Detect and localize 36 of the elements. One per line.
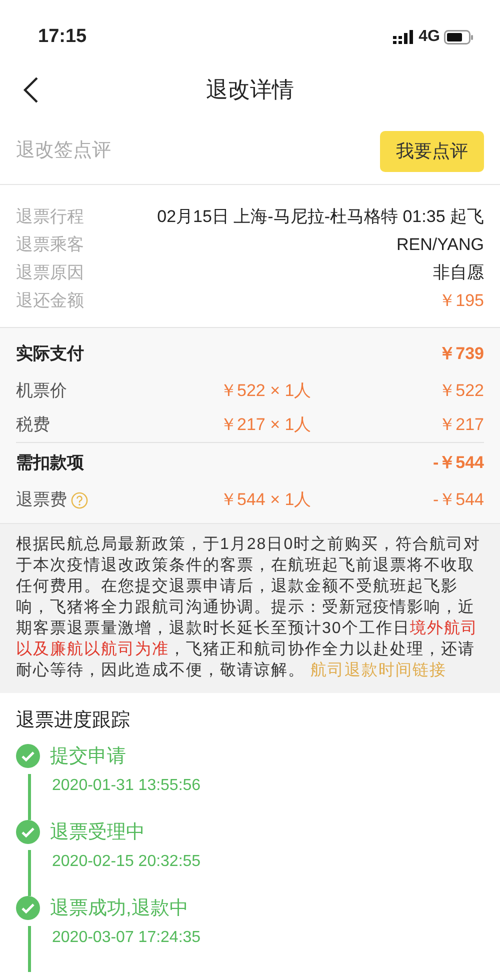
- fee-amount: -￥544: [432, 489, 484, 511]
- total-amount: ￥739: [438, 343, 484, 365]
- field-label: 退还金额: [16, 290, 84, 312]
- field-value: 非自愿: [433, 262, 484, 284]
- step-time: 2020-02-15 20:32:55: [51, 852, 202, 872]
- unit-price: ￥544 × 1人: [220, 489, 312, 511]
- fee-amount: ￥522: [438, 380, 484, 402]
- step-time: 2020-03-07 17:24:35: [51, 928, 202, 948]
- step-name: 退票成功,退款中: [50, 896, 190, 920]
- field-value: 02月15日 上海-马尼拉-杜马格特 01:35 起飞: [157, 206, 484, 228]
- field-label: 退票乘客: [16, 234, 84, 256]
- fee-label: 机票价: [16, 380, 67, 402]
- signal-icon: [392, 30, 415, 44]
- section-label: 需扣款项: [16, 452, 84, 474]
- unit-price: ￥522 × 1人: [220, 380, 312, 402]
- field-value: REN/YANG: [396, 234, 484, 256]
- section-label: 实际支付: [16, 343, 84, 365]
- review-button[interactable]: 我要点评: [380, 130, 484, 172]
- review-label: 退改签点评: [16, 138, 111, 163]
- step-name: 退票受理中: [50, 820, 146, 844]
- network-type: 4G: [418, 27, 440, 47]
- clock-time: 17:15: [38, 24, 87, 49]
- step-time: 2020-01-31 13:55:56: [51, 776, 202, 796]
- fee-label: 退票费: [16, 489, 67, 511]
- fee-label: 税费: [16, 414, 50, 436]
- fee-amount: ￥217: [438, 414, 484, 436]
- total-amount: -￥544: [432, 452, 484, 474]
- field-label: 退票原因: [16, 262, 84, 284]
- step-name: 提交申请: [50, 744, 127, 768]
- notice-text: 根据民航总局最新政策，于1月28日0时之前购买，符合航司对于本次疫情退改政策条件的客票，在航班起飞前退票将不收取任何费用。在您提交退票申请后，退款金额不受航班起飞影响，飞猪将全力跟航司沟通协调。提示：受新冠疫情影响，近期客票退票量激增，退款时长延长至预计30个工作日 境外航司以及廉航以航司为准，飞猪正和航司协作全力以赴处理，还请耐心等待，因此造成不便，敬请谅解。 航司退款时间链接: [0, 523, 500, 693]
- section-title: 退票进度跟踪: [16, 709, 131, 733]
- unit-price: ￥217 × 1人: [220, 414, 312, 436]
- field-label: 退票行程: [16, 206, 84, 228]
- field-value: ￥195: [438, 290, 484, 312]
- page-title: 退改详情: [206, 76, 294, 104]
- battery-icon: [444, 30, 474, 44]
